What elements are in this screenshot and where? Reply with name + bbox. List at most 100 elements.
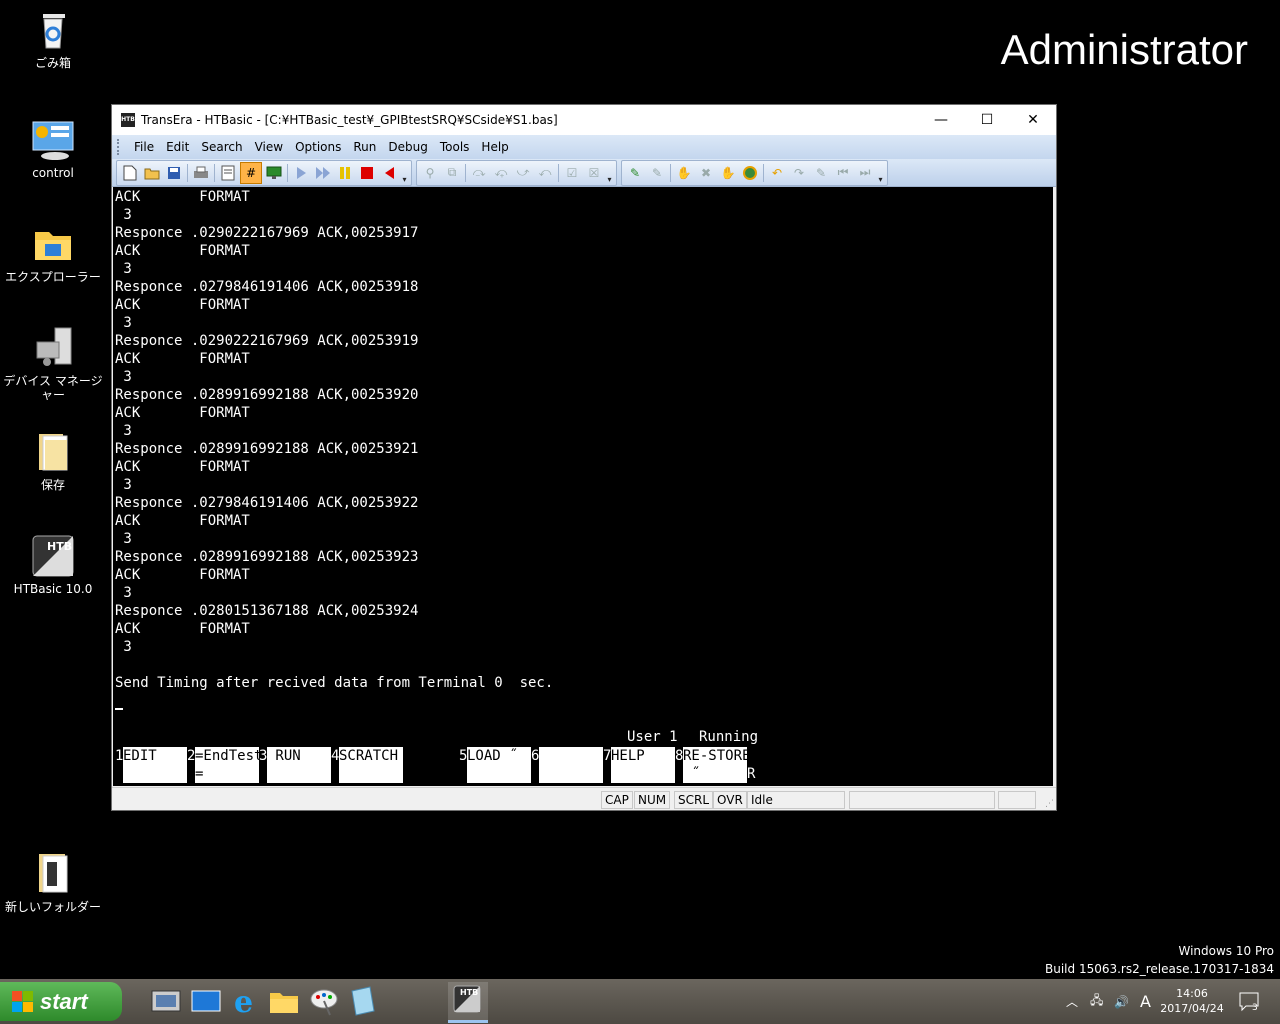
softkey-3[interactable]: 3 RUN <box>259 747 331 783</box>
redo-icon[interactable]: ↷ <box>789 163 809 183</box>
clock[interactable]: 14:06 2017/04/24 <box>1160 986 1224 1016</box>
softkey-number: 8 <box>675 748 684 764</box>
softkey-line2: ˝ <box>683 766 700 782</box>
tool-wrench-icon[interactable]: ✎ <box>625 163 645 183</box>
hand-icon[interactable]: ✋ <box>674 163 694 183</box>
toolbar-group-edit: ⚲ ⧉ ⤼ ⤽ ⤻ ⤺ ☑ ☒ ▾ <box>416 159 617 186</box>
print-icon[interactable] <box>191 163 211 183</box>
breakpoint-icon[interactable]: ☒ <box>584 163 604 183</box>
prev-icon[interactable]: ⏮ <box>833 163 853 183</box>
toolbar-overflow-icon[interactable]: ▾ <box>876 162 885 184</box>
app-icon[interactable]: HTB <box>121 113 135 127</box>
hand-grab-icon[interactable]: ✋ <box>718 163 738 183</box>
menu-run[interactable]: Run <box>347 140 382 154</box>
start-button[interactable]: start <box>0 982 122 1021</box>
line-number-icon[interactable]: # <box>240 161 262 184</box>
continue-icon[interactable] <box>313 163 333 183</box>
step-out-icon[interactable]: ⤻ <box>513 163 533 183</box>
step-into-icon[interactable]: ⤺ <box>535 163 555 183</box>
display-icon[interactable] <box>264 163 284 183</box>
internet-explorer-icon[interactable]: e <box>230 985 262 1020</box>
menu-view[interactable]: View <box>249 140 289 154</box>
menu-debug[interactable]: Debug <box>382 140 433 154</box>
softkey-line1: RUN <box>267 748 301 764</box>
globe-icon[interactable] <box>740 163 760 183</box>
minimize-button[interactable]: — <box>918 105 964 135</box>
menubar-grip[interactable] <box>117 139 122 155</box>
notepad-icon[interactable] <box>346 985 378 1017</box>
toolbar-separator <box>670 163 671 182</box>
folder-icon <box>31 430 75 474</box>
terminal-output[interactable]: ACK FORMAT 3 Responce .0290222167969 ACK,… <box>113 187 1053 786</box>
desktop-icon-label: HTBasic 10.0 <box>13 582 93 596</box>
softkey-line1: LOAD ˝ <box>467 748 518 764</box>
stop-icon[interactable] <box>357 163 377 183</box>
num-indicator: NUM <box>634 791 671 809</box>
desktop-icon-new-folder[interactable]: 新しいフォルダー <box>0 852 106 914</box>
close-button[interactable]: ✕ <box>1010 105 1056 135</box>
softkey-5[interactable]: 5 LOAD ˝ <box>459 747 531 783</box>
softkey-2[interactable]: 2 =EndTest = <box>187 747 259 783</box>
step-icon[interactable]: ⤼ <box>469 163 489 183</box>
softkey-label: EDIT <box>123 747 187 783</box>
menu-tools[interactable]: Tools <box>434 140 476 154</box>
menu-file[interactable]: File <box>128 140 160 154</box>
maximize-button[interactable]: ☐ <box>964 105 1010 135</box>
task-view-icon[interactable] <box>150 985 182 1017</box>
status-bar: CAP NUM SCRL OVR Idle ⋰ <box>112 787 1056 810</box>
desktop-icon-recycle-bin[interactable]: ごみ箱 <box>0 8 106 70</box>
softkey-7[interactable]: 7 HELP <box>603 747 675 783</box>
terminal-line: Responce .0290222167969 ACK,00253919 <box>115 333 419 349</box>
step-over-icon[interactable]: ⤽ <box>491 163 511 183</box>
pause-icon[interactable] <box>335 163 355 183</box>
desktop-icon-save-folder[interactable]: 保存 <box>0 430 106 492</box>
softkey-6[interactable]: 6 <box>531 747 603 783</box>
desktop-icon[interactable] <box>190 985 222 1017</box>
softkey-8[interactable]: 8 RE-STORE ˝ <box>675 747 747 783</box>
replace-icon[interactable]: ⧉ <box>442 163 462 183</box>
open-folder-icon[interactable] <box>142 163 162 183</box>
softkey-1[interactable]: 1 EDIT <box>115 747 187 783</box>
next-icon[interactable]: ⏭ <box>855 163 875 183</box>
menu-edit[interactable]: Edit <box>160 140 195 154</box>
edit-icon[interactable] <box>218 163 238 183</box>
undo-icon[interactable]: ↶ <box>767 163 787 183</box>
desktop-icon-label: control <box>32 166 74 180</box>
network-icon[interactable]: 🖧 <box>1090 979 1103 1024</box>
hand-cross-icon[interactable]: ✖ <box>696 163 716 183</box>
toolbar-group-tools: ✎ ✎ ✋ ✖ ✋ ↶ ↷ ✎ ⏮ ⏭ ▾ <box>621 159 888 186</box>
menu-search[interactable]: Search <box>195 140 248 154</box>
find-icon[interactable]: ⚲ <box>420 163 440 183</box>
menu-options[interactable]: Options <box>289 140 347 154</box>
desktop-icon-htbasic[interactable]: HTB HTBasic 10.0 <box>0 534 106 596</box>
softkey-4[interactable]: 4 SCRATCH <box>331 747 403 783</box>
file-explorer-icon[interactable] <box>268 985 300 1017</box>
resize-grip-icon[interactable]: ⋰ <box>1045 799 1054 809</box>
toolbar-overflow-icon[interactable]: ▾ <box>605 162 614 184</box>
desktop-icon-explorer[interactable]: エクスプローラー <box>0 222 106 284</box>
folder-icon <box>31 852 75 896</box>
volume-icon[interactable]: 🔊 <box>1114 979 1129 1024</box>
reset-icon[interactable] <box>379 163 399 183</box>
htbasic-icon: HTB <box>453 985 481 1013</box>
terminal-line: 3 <box>115 369 132 385</box>
desktop-icon-device-manager[interactable]: デバイス マネージャー <box>0 326 106 402</box>
terminal-line: 3 <box>115 639 132 655</box>
desktop-icon-control[interactable]: control <box>0 118 106 180</box>
macro-icon[interactable]: ✎ <box>811 163 831 183</box>
save-icon[interactable] <box>164 163 184 183</box>
htbasic-taskbar-button[interactable]: HTB <box>448 982 488 1023</box>
new-file-icon[interactable] <box>120 163 140 183</box>
paint-icon[interactable] <box>308 985 340 1017</box>
action-center-icon[interactable]: 3 <box>1238 979 1266 1024</box>
toolbar-overflow-icon[interactable]: ▾ <box>400 162 409 184</box>
run-icon[interactable] <box>291 163 311 183</box>
title-bar[interactable]: HTB TransEra - HTBasic - [C:¥HTBasic_tes… <box>112 105 1056 135</box>
watch-icon[interactable]: ☑ <box>562 163 582 183</box>
menu-help[interactable]: Help <box>475 140 514 154</box>
show-hidden-icons[interactable]: ︿ <box>1066 979 1078 1024</box>
status-panel-empty <box>849 791 995 809</box>
tool-config-icon[interactable]: ✎ <box>647 163 667 183</box>
ime-indicator[interactable]: A <box>1140 979 1151 1024</box>
terminal-line: ACK FORMAT <box>115 621 250 637</box>
